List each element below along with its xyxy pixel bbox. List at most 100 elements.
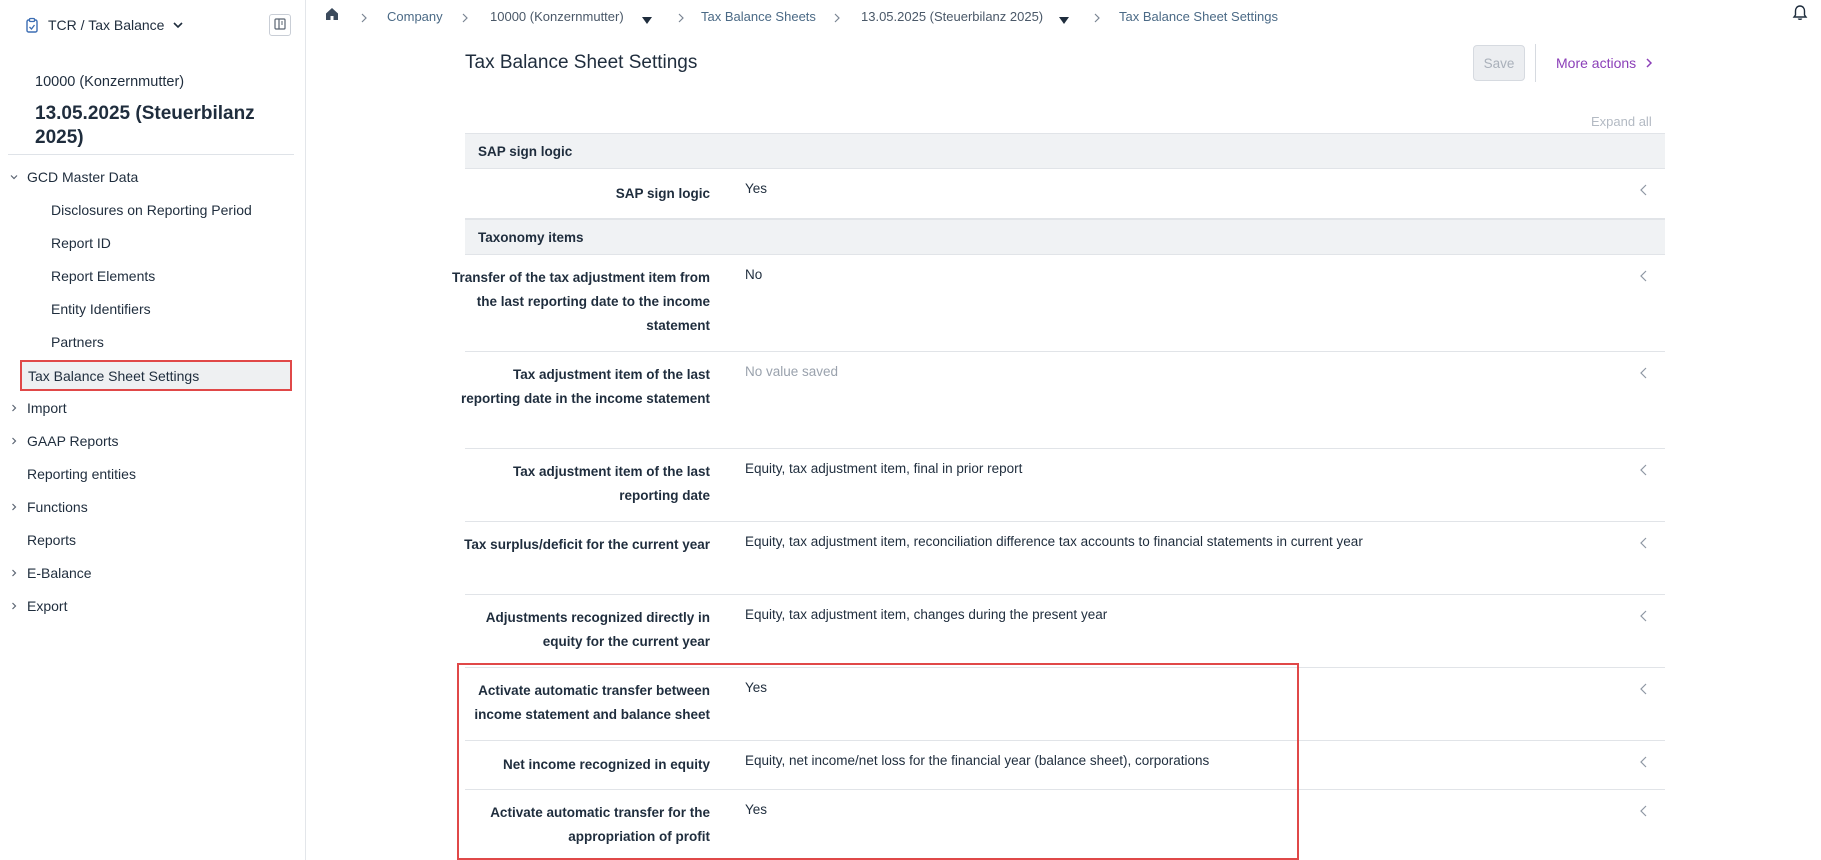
setting-row[interactable]: SAP sign logic Yes bbox=[465, 169, 1665, 219]
sidebar-item-entity-identifiers[interactable]: Entity Identifiers bbox=[0, 292, 306, 325]
setting-value: No value saved bbox=[745, 364, 839, 379]
setting-label: Adjustments recognized directly in equit… bbox=[485, 610, 710, 649]
sidebar-company: 10000 (Konzernmutter) bbox=[35, 74, 185, 90]
caret-down-icon[interactable] bbox=[642, 13, 652, 24]
chevron-down-icon bbox=[172, 19, 184, 31]
setting-value: Equity, tax adjustment item, reconciliat… bbox=[745, 534, 1363, 549]
sidebar-item-gaap-reports[interactable]: GAAP Reports bbox=[0, 424, 306, 457]
sidebar-item-label: E-Balance bbox=[27, 564, 92, 581]
setting-row[interactable]: Net income recognized in equity Equity, … bbox=[465, 741, 1665, 790]
sidebar-toggle-icon bbox=[274, 17, 286, 33]
chevron-right-icon bbox=[461, 11, 469, 23]
sidebar-item-label: Report ID bbox=[51, 234, 111, 251]
setting-label: Tax adjustment item of the last reportin… bbox=[512, 464, 710, 503]
setting-value: No bbox=[745, 267, 763, 282]
setting-label: Tax adjustment item of the last reportin… bbox=[460, 367, 710, 406]
sidebar-item-report-elements[interactable]: Report Elements bbox=[0, 259, 306, 292]
sidebar-item-gcd-master-data[interactable]: GCD Master Data bbox=[0, 160, 306, 193]
app-switcher[interactable]: TCR / Tax Balance bbox=[0, 0, 306, 50]
sidebar-item-functions[interactable]: Functions bbox=[0, 490, 306, 523]
breadcrumb-tax-balance-sheets[interactable]: Tax Balance Sheets bbox=[701, 9, 816, 24]
sidebar-item-partners[interactable]: Partners bbox=[0, 325, 306, 358]
chevron-right-icon bbox=[9, 436, 19, 446]
section-title: SAP sign logic bbox=[478, 143, 573, 159]
breadcrumb: Company 10000 (Konzernmutter) Tax Balanc… bbox=[307, 0, 1821, 34]
breadcrumb-period[interactable]: 13.05.2025 (Steuerbilanz 2025) bbox=[861, 9, 1043, 24]
sidebar-item-label: Partners bbox=[51, 333, 104, 350]
setting-row[interactable]: Transfer of the tax adjustment item from… bbox=[452, 255, 1665, 352]
sidebar-item-reports[interactable]: Reports bbox=[0, 523, 306, 556]
chevron-right-icon bbox=[1644, 58, 1654, 68]
setting-value: Yes bbox=[745, 802, 768, 817]
setting-label: SAP sign logic bbox=[615, 186, 710, 201]
setting-row[interactable]: Tax adjustment item of the last reportin… bbox=[461, 352, 1665, 449]
sidebar-item-label: Entity Identifiers bbox=[51, 300, 151, 317]
setting-row[interactable]: Activate automatic transfer between inco… bbox=[465, 668, 1665, 741]
sidebar-period: 13.05.2025 (Steuerbilanz 2025) bbox=[35, 103, 255, 148]
setting-value: Equity, tax adjustment item, changes dur… bbox=[745, 607, 1108, 622]
chevron-left-icon[interactable] bbox=[1639, 756, 1649, 768]
app-title: TCR / Tax Balance bbox=[48, 17, 165, 33]
expand-all-button[interactable]: Expand all bbox=[1591, 114, 1652, 129]
chevron-left-icon[interactable] bbox=[1639, 610, 1649, 622]
setting-row[interactable]: Tax surplus/deficit for the current year… bbox=[464, 522, 1665, 595]
sidebar-item-label: GCD Master Data bbox=[27, 168, 139, 185]
sidebar-item-label: Import bbox=[27, 399, 67, 416]
section-title: Taxonomy items bbox=[478, 229, 584, 245]
divider bbox=[8, 154, 294, 155]
chevron-left-icon[interactable] bbox=[1639, 805, 1649, 817]
setting-value: Yes bbox=[745, 680, 768, 695]
sidebar-item-label: Reports bbox=[27, 531, 77, 548]
home-icon[interactable] bbox=[324, 6, 340, 22]
chevron-left-icon[interactable] bbox=[1639, 184, 1649, 196]
chevron-left-icon[interactable] bbox=[1639, 683, 1649, 695]
save-button[interactable]: Save bbox=[1473, 45, 1525, 81]
clipboard-icon bbox=[24, 17, 40, 33]
sidebar-item-export[interactable]: Export bbox=[0, 589, 306, 622]
sidebar-item-import[interactable]: Import bbox=[0, 391, 306, 424]
chevron-right-icon bbox=[9, 568, 19, 578]
chevron-right-icon bbox=[360, 11, 368, 23]
setting-row[interactable]: Adjustments recognized directly in equit… bbox=[465, 595, 1665, 668]
setting-value: Yes bbox=[745, 181, 768, 196]
sidebar-item-label: GAAP Reports bbox=[27, 432, 119, 449]
sidebar-item-report-id[interactable]: Report ID bbox=[0, 226, 306, 259]
section-header: SAP sign logic bbox=[465, 133, 1665, 169]
setting-value: Equity, net income/net loss for the fina… bbox=[745, 753, 1210, 768]
breadcrumb-current: Tax Balance Sheet Settings bbox=[1119, 9, 1278, 24]
sidebar-item-label: Functions bbox=[27, 498, 88, 515]
breadcrumb-company[interactable]: Company bbox=[387, 9, 443, 24]
bell-icon[interactable] bbox=[1791, 4, 1809, 22]
breadcrumb-entity[interactable]: 10000 (Konzernmutter) bbox=[490, 9, 624, 24]
chevron-left-icon[interactable] bbox=[1639, 270, 1649, 282]
sidebar-item-disclosures[interactable]: Disclosures on Reporting Period bbox=[0, 193, 306, 226]
setting-row[interactable]: Activate automatic transfer for the appr… bbox=[465, 790, 1665, 860]
setting-row[interactable]: Tax adjustment item of the last reportin… bbox=[465, 449, 1665, 522]
setting-label: Net income recognized in equity bbox=[502, 757, 710, 772]
more-actions-button[interactable]: More actions bbox=[1556, 55, 1654, 71]
sidebar-item-tax-balance-sheet-settings[interactable]: Tax Balance Sheet Settings bbox=[20, 360, 292, 391]
caret-down-icon[interactable] bbox=[1059, 13, 1069, 24]
section-header: Taxonomy items bbox=[465, 219, 1665, 255]
sidebar-item-label: Export bbox=[27, 597, 68, 614]
sidebar-item-label: Disclosures on Reporting Period bbox=[51, 201, 252, 218]
chevron-right-icon bbox=[9, 502, 19, 512]
chevron-right-icon bbox=[677, 11, 685, 23]
chevron-left-icon[interactable] bbox=[1639, 464, 1649, 476]
chevron-right-icon bbox=[9, 601, 19, 611]
setting-value: Equity, tax adjustment item, final in pr… bbox=[745, 461, 1023, 476]
chevron-left-icon[interactable] bbox=[1639, 367, 1649, 379]
setting-label: Activate automatic transfer for the appr… bbox=[490, 805, 710, 844]
sidebar-item-e-balance[interactable]: E-Balance bbox=[0, 556, 306, 589]
chevron-down-icon bbox=[9, 172, 19, 182]
page-title: Tax Balance Sheet Settings bbox=[465, 52, 698, 73]
divider bbox=[1535, 44, 1536, 82]
sidebar-item-label: Reporting entities bbox=[27, 465, 136, 482]
chevron-right-icon bbox=[833, 11, 841, 23]
chevron-right-icon bbox=[9, 403, 19, 413]
setting-label: Tax surplus/deficit for the current year bbox=[464, 537, 710, 552]
sidebar-item-reporting-entities[interactable]: Reporting entities bbox=[0, 457, 306, 490]
setting-label: Transfer of the tax adjustment item from… bbox=[451, 270, 710, 333]
chevron-left-icon[interactable] bbox=[1639, 537, 1649, 549]
panel-toggle-button[interactable] bbox=[269, 14, 291, 36]
